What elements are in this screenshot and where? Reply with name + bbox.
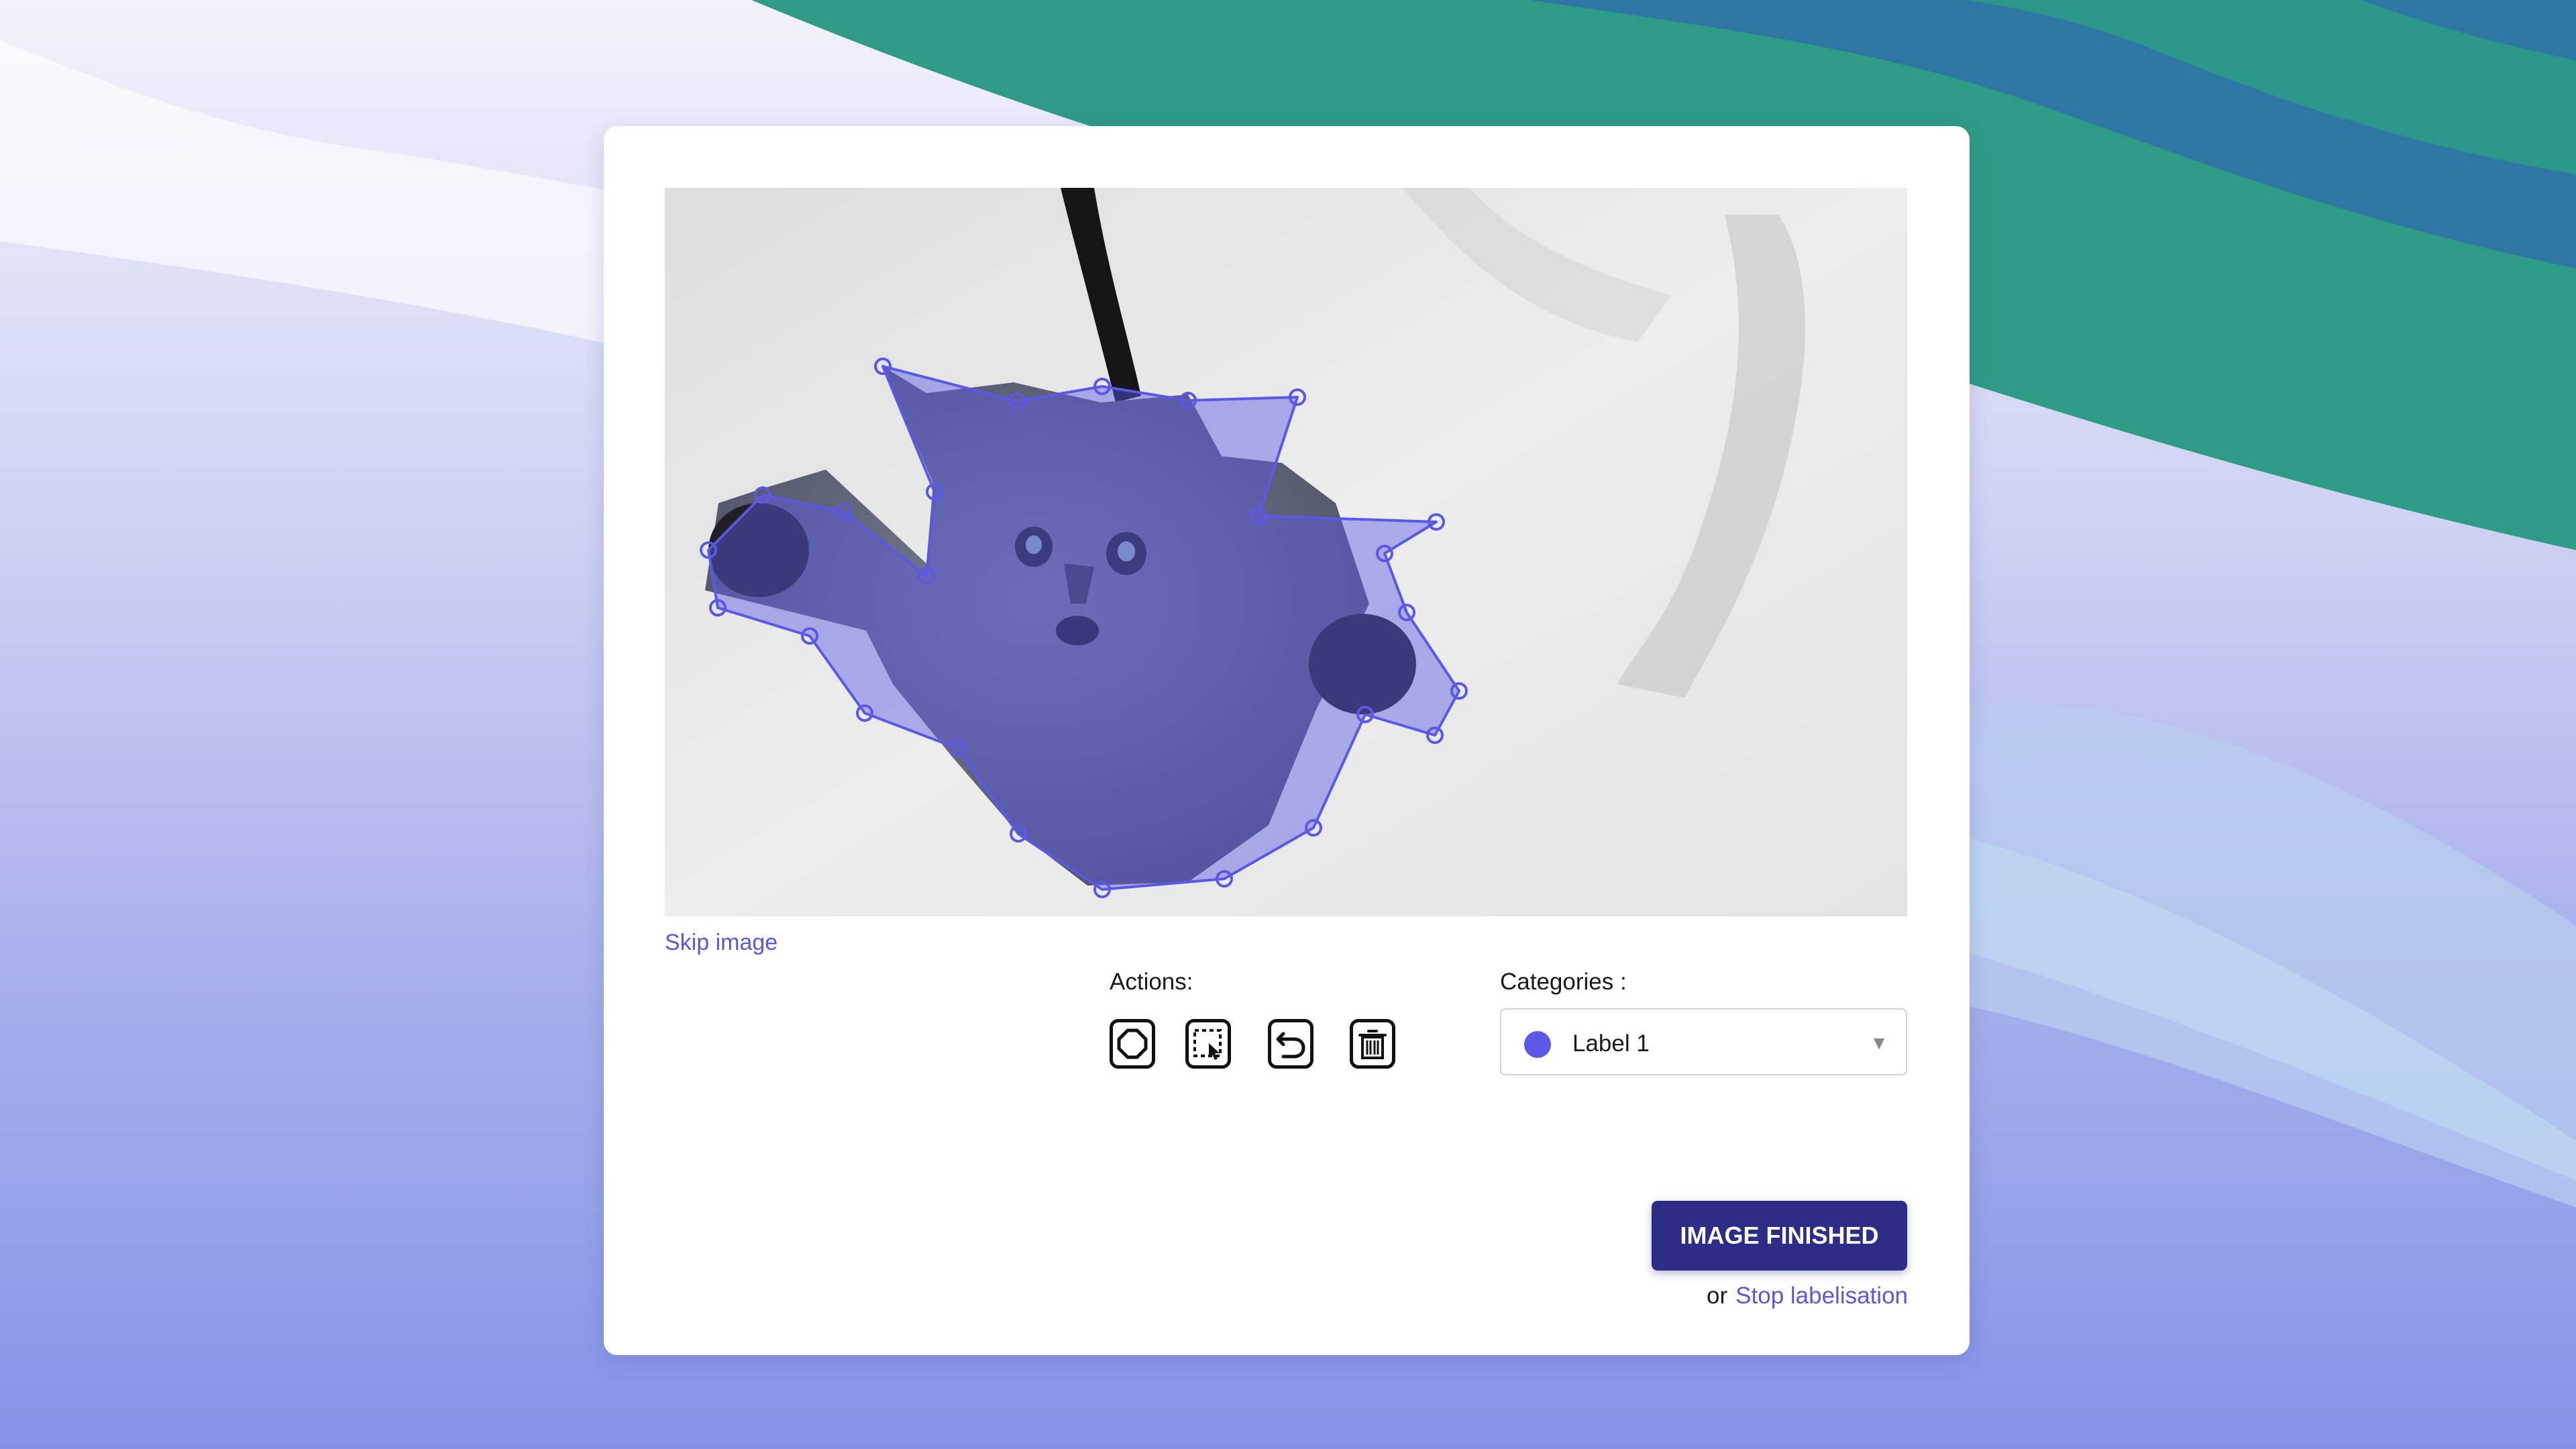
category-color-dot <box>1524 1031 1551 1058</box>
stop-row: or Stop labelisation <box>1707 1283 1908 1309</box>
delete-button[interactable] <box>1350 1019 1395 1069</box>
select-icon <box>1193 1029 1222 1060</box>
actions-label: Actions: <box>1110 969 1193 995</box>
image-finished-button[interactable]: IMAGE FINISHED <box>1652 1201 1907 1271</box>
undo-button[interactable] <box>1268 1019 1313 1069</box>
trash-icon <box>1358 1030 1387 1059</box>
category-selected-value: Label 1 <box>1572 1030 1650 1057</box>
image-canvas[interactable] <box>665 188 1907 916</box>
select-tool-button[interactable] <box>1185 1019 1231 1069</box>
annotation-card: Skip image Actions: Categories : Label 1… <box>604 126 1970 1355</box>
polygon-icon <box>1117 1028 1148 1059</box>
category-select[interactable]: Label 1 ▼ <box>1500 1008 1907 1075</box>
undo-icon <box>1276 1032 1305 1059</box>
polygon-tool-button[interactable] <box>1110 1019 1155 1069</box>
or-text: or <box>1707 1283 1728 1309</box>
stop-labelisation-link[interactable]: Stop labelisation <box>1735 1283 1908 1309</box>
categories-label: Categories : <box>1500 969 1627 995</box>
skip-image-link[interactable]: Skip image <box>665 930 777 956</box>
dropdown-caret-icon: ▼ <box>1870 1032 1888 1053</box>
